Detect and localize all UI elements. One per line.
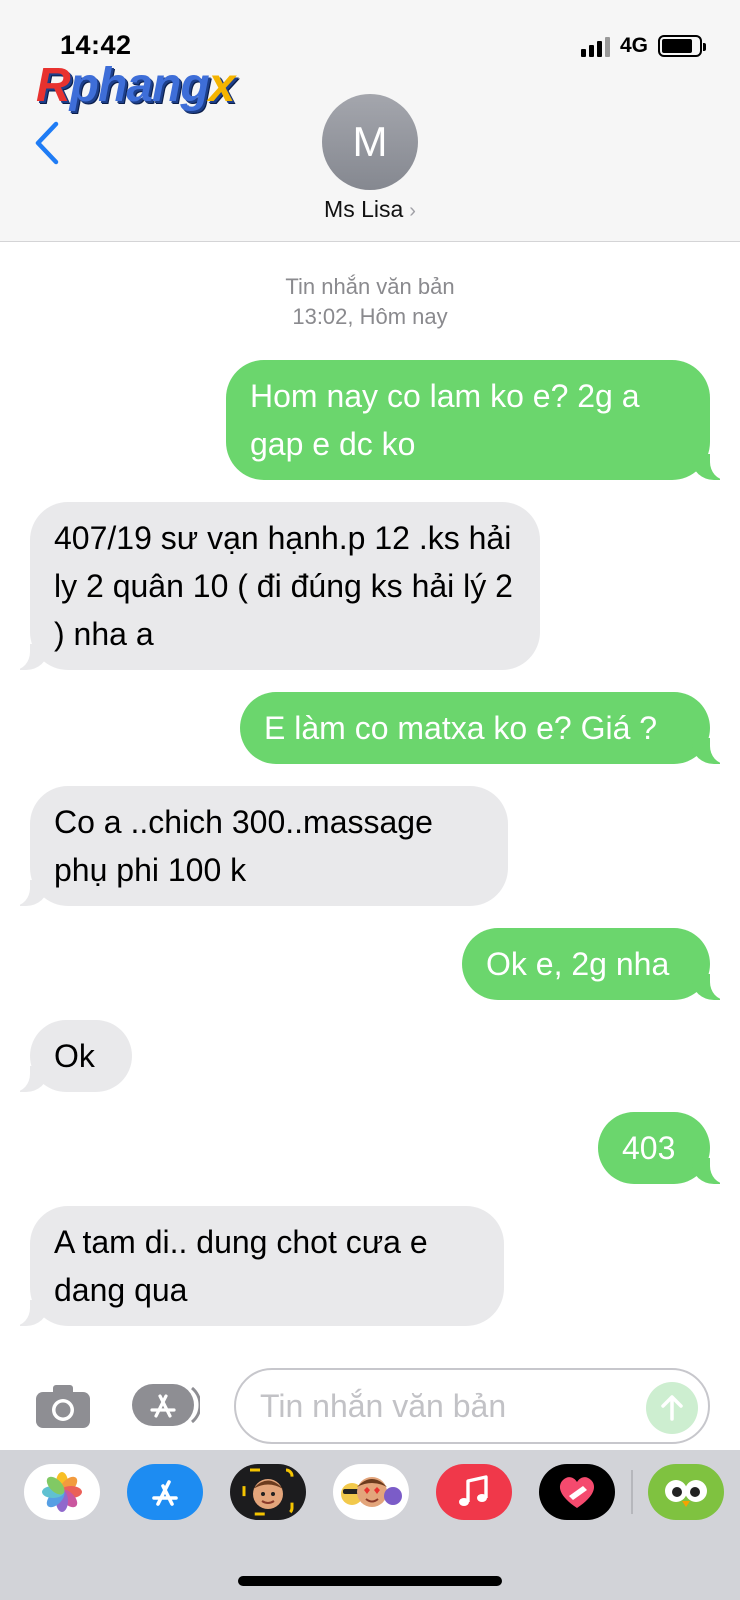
photos-app-button[interactable] <box>24 1464 100 1520</box>
digital-touch-icon <box>559 1477 595 1508</box>
chevron-left-icon <box>35 121 59 165</box>
message-outgoing[interactable]: Ok e, 2g nha <box>462 928 732 1000</box>
cellular-signal-icon <box>580 35 610 57</box>
imessage-app-drawer <box>0 1450 740 1600</box>
app-store-drawer-button[interactable] <box>130 1380 202 1430</box>
message-input[interactable]: Tin nhắn văn bản <box>234 1368 710 1444</box>
contact-name-button[interactable]: Ms Lisa › <box>0 196 740 223</box>
message-incoming[interactable]: 407/19 sư vạn hạnh.p 12 .ks hải ly 2 quâ… <box>8 502 540 670</box>
memoji-icon <box>242 1468 294 1516</box>
status-indicators: 4G <box>580 34 706 58</box>
send-button[interactable] <box>646 1382 698 1434</box>
input-placeholder: Tin nhắn văn bản <box>260 1388 507 1424</box>
thread-timestamp: 13:02, Hôm nay <box>292 304 448 329</box>
message-text: E làm co matxa ko e? Giá ? <box>264 710 658 746</box>
memoji-app-button[interactable] <box>230 1464 306 1520</box>
message-text: 403 <box>622 1130 676 1166</box>
message-text: A tam di.. dung chot cưa e dang qua <box>54 1224 428 1308</box>
watermark-logo: Rphangx <box>36 59 235 112</box>
message-incoming[interactable]: Co a ..chich 300..massage phụ phi 100 k <box>8 786 508 906</box>
message-outgoing[interactable]: Hom nay co lam ko e? 2g a gap e dc ko <box>226 360 732 480</box>
conversation-header: 14:42 4G Rphangx M Ms Lisa › <box>0 0 740 242</box>
back-button[interactable] <box>30 118 70 168</box>
message-text: Ok <box>54 1038 95 1074</box>
app-store-icon <box>132 1384 202 1426</box>
message-text: Hom nay co lam ko e? 2g a gap e dc ko <box>250 378 640 462</box>
music-icon <box>459 1475 488 1506</box>
digital-touch-app-button[interactable] <box>539 1464 615 1520</box>
drawer-divider <box>631 1470 633 1514</box>
camera-button[interactable] <box>34 1382 92 1430</box>
photos-icon <box>42 1472 82 1512</box>
chevron-right-icon: › <box>409 200 416 222</box>
music-app-button[interactable] <box>436 1464 512 1520</box>
message-incoming[interactable]: A tam di.. dung chot cưa e dang qua <box>8 1206 504 1326</box>
arrow-up-icon <box>661 1395 683 1421</box>
thread-meta: Tin nhắn văn bản 13:02, Hôm nay <box>0 272 740 332</box>
contact-avatar[interactable]: M <box>322 94 418 190</box>
message-outgoing[interactable]: 403 <box>598 1112 732 1184</box>
avatar-initial: M <box>352 118 388 165</box>
message-incoming[interactable]: Ok <box>8 1020 132 1092</box>
animoji-stickers-icon <box>341 1477 402 1507</box>
network-type: 4G <box>619 34 648 57</box>
message-outgoing[interactable]: E làm co matxa ko e? Giá ? <box>240 692 732 764</box>
message-type-label: Tin nhắn văn bản <box>285 274 455 299</box>
message-text: Co a ..chich 300..massage phụ phi 100 k <box>54 804 433 888</box>
duolingo-app-button[interactable] <box>648 1464 724 1520</box>
camera-icon <box>36 1385 90 1428</box>
status-time: 14:42 <box>60 30 132 60</box>
battery-icon <box>658 35 706 57</box>
message-text: Ok e, 2g nha <box>486 946 670 982</box>
duolingo-icon <box>665 1480 707 1507</box>
app-store-app-button[interactable] <box>127 1464 203 1520</box>
home-indicator[interactable] <box>238 1576 502 1586</box>
animoji-stickers-app-button[interactable] <box>333 1464 409 1520</box>
contact-name: Ms Lisa <box>324 196 404 222</box>
message-text: 407/19 sư vạn hạnh.p 12 .ks hải ly 2 quâ… <box>54 520 513 652</box>
app-store-icon <box>152 1480 178 1506</box>
